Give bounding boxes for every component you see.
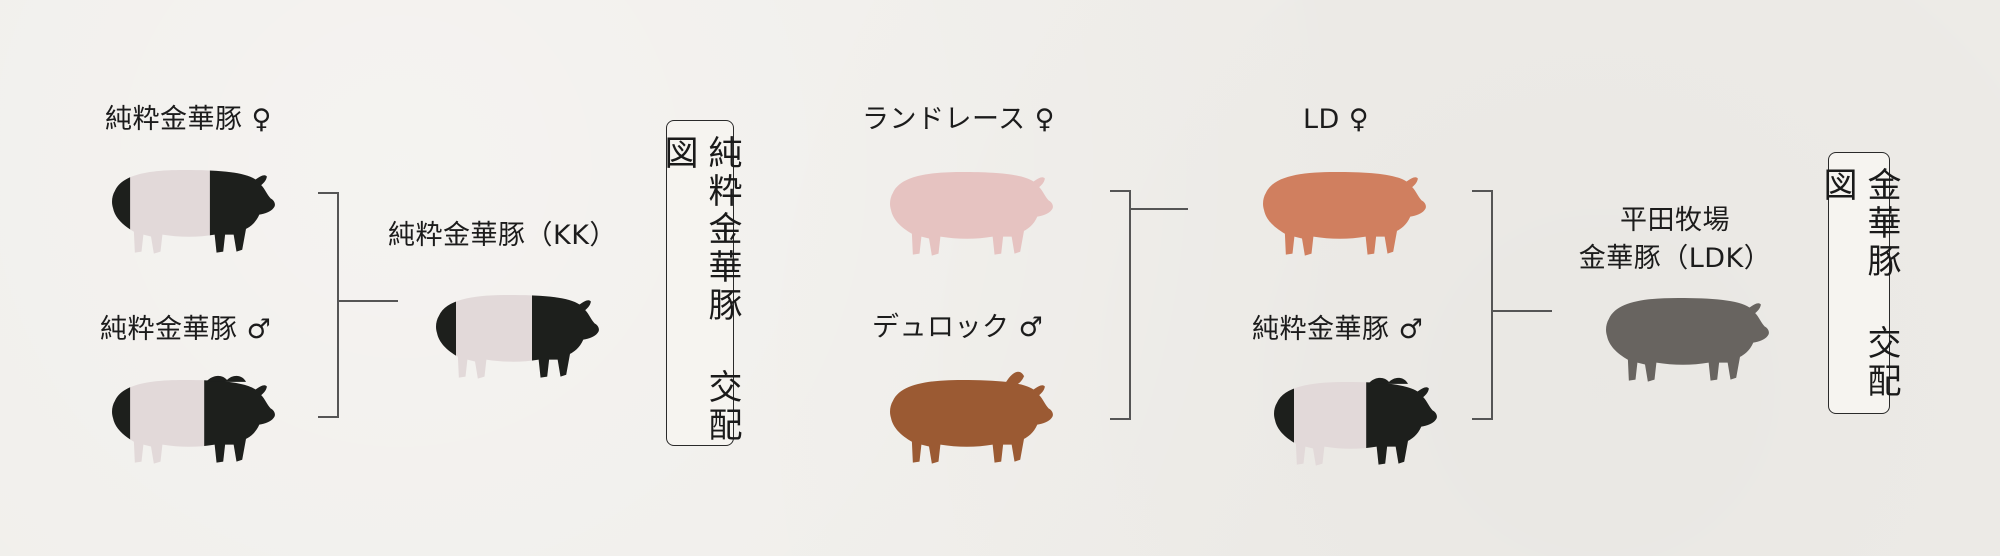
title-box-pure-kinka: 純粋金華豚 交配図	[658, 120, 742, 446]
title-box-pure-kinka-text: 純粋金華豚 交配図	[658, 135, 742, 445]
bracket3-connector	[1492, 310, 1552, 312]
pig-pure-kinka-female	[112, 169, 275, 254]
pig-pure-kinka-male-2	[1274, 377, 1437, 466]
bracket2-vertical	[1129, 190, 1131, 420]
bracket3-vertical	[1491, 190, 1493, 420]
label-pure-kinka-male: 純粋金華豚 ♂	[100, 314, 272, 345]
bracket-vertical	[337, 192, 339, 418]
pig-pure-kinka-male	[112, 375, 275, 464]
bracket2-bottom	[1110, 418, 1130, 420]
label-ldk: 平田牧場 金華豚（LDK）	[1579, 202, 1772, 278]
pig-duroc-male	[890, 371, 1053, 464]
label-ldk-line1: 平田牧場	[1619, 205, 1730, 236]
pig-ldk	[1606, 297, 1769, 382]
bracket3-top	[1472, 190, 1492, 192]
label-ld-female: LD ♀	[1303, 104, 1370, 135]
label-pure-kinka-male-2: 純粋金華豚 ♂	[1252, 314, 1424, 345]
bracket-top	[318, 192, 338, 194]
label-ldk-line2: 金華豚（LDK）	[1578, 243, 1772, 274]
bracket3-bottom	[1472, 418, 1492, 420]
bracket2-connector	[1130, 208, 1188, 210]
label-landrace-female: ランドレース ♀	[862, 104, 1056, 135]
title-box-kinka-text: 金華豚 交配図	[1817, 167, 1901, 401]
label-pure-kinka-kk: 純粋金華豚（KK）	[388, 220, 617, 251]
title-box-kinka: 金華豚 交配図	[1817, 152, 1901, 414]
pig-landrace-female	[890, 171, 1053, 256]
label-duroc-male: デュロック ♂	[872, 312, 1044, 343]
bracket2-top	[1110, 190, 1130, 192]
bracket-bottom	[318, 416, 338, 418]
label-pure-kinka-female: 純粋金華豚 ♀	[105, 104, 272, 135]
pig-pure-kinka-kk	[436, 294, 599, 379]
bracket-connector	[338, 300, 398, 302]
pig-ld-female	[1263, 171, 1426, 256]
